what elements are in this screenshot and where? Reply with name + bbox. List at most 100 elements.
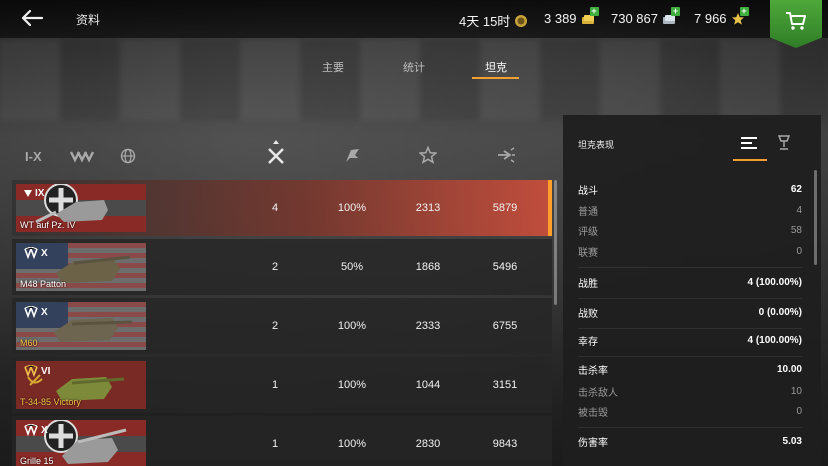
stat-defeats: 战败 0 (0.00%)	[578, 304, 802, 320]
stat-value: 62	[790, 183, 802, 195]
avg-damage-cell: 5879	[492, 202, 518, 214]
tank-row[interactable]: IX WT auf Pz. IV 4 100% 2313 5879	[12, 180, 552, 236]
silver-balance[interactable]: 730 867 +	[611, 6, 680, 26]
gold-icon: +	[581, 6, 599, 26]
stat-value: 10.00	[776, 363, 802, 375]
stat-battles: 战斗 62	[578, 181, 802, 197]
tab-tanks[interactable]: 坦克	[485, 59, 507, 75]
tank-thumbnail: X Grille 15	[16, 420, 146, 466]
panel-tab-awards[interactable]	[777, 135, 791, 156]
stat-label: 幸存	[578, 336, 598, 348]
stat-label: 评级	[578, 226, 598, 238]
globe-icon	[120, 148, 136, 164]
crossed-swords-icon	[268, 140, 284, 164]
stat-value: 10	[790, 385, 802, 397]
battles-cell: 2	[271, 320, 279, 332]
stat-value: 0	[796, 245, 802, 257]
winrate-cell: 100%	[337, 438, 367, 450]
type-filter[interactable]	[70, 147, 94, 165]
panel-active-tab-indicator	[733, 159, 767, 161]
tank-thumbnail: IX WT auf Pz. IV	[16, 184, 146, 232]
winrate-cell: 100%	[337, 320, 367, 332]
tier-numeral: VI	[41, 365, 51, 377]
tab-statistics[interactable]: 统计	[403, 59, 425, 75]
tank-list-scrollbar[interactable]	[554, 180, 557, 305]
timer-text: 4天 15时	[459, 14, 511, 29]
tank-tier: X	[24, 424, 48, 436]
tank-tier: X	[24, 247, 48, 259]
tank-name: Grille 15	[20, 456, 54, 466]
tank-thumbnail: X M48 Patton	[16, 243, 146, 291]
tank-row[interactable]: X M60 2 100% 2333 6755	[12, 298, 552, 354]
list-bars-icon	[741, 137, 757, 149]
tank-row[interactable]: X Grille 15 1 100% 2830 9843	[12, 416, 552, 466]
winrate-cell: 50%	[340, 261, 364, 273]
tier-filter[interactable]: I-X	[25, 147, 42, 165]
tank-row[interactable]: X M48 Patton 2 50% 1868 5496	[12, 239, 552, 295]
shell-damage-icon	[498, 147, 515, 163]
tank-tier: IX	[24, 188, 44, 199]
battles-cell: 2	[271, 261, 279, 273]
timer-trophy-icon	[514, 14, 528, 28]
tier-numeral: X	[41, 306, 48, 318]
tank-row[interactable]: VI T-34-85 Victory 1 100% 1044 3151	[12, 357, 552, 413]
silver-plus-icon[interactable]: +	[671, 6, 680, 16]
battles-cell: 1	[271, 379, 279, 391]
gold-plus-icon[interactable]: +	[589, 6, 599, 16]
stat-league: 联赛 0	[578, 243, 802, 259]
sort-winrate-button[interactable]	[343, 146, 363, 166]
panel-title: 坦克表现	[578, 140, 615, 150]
tab-main[interactable]: 主要	[322, 59, 344, 75]
tank-destroyer-icon	[24, 190, 32, 197]
avg-damage-cell: 5496	[492, 261, 518, 273]
stat-rated: 评级 58	[578, 222, 802, 238]
divider	[578, 267, 802, 268]
tank-name: M48 Patton	[20, 279, 67, 289]
stat-label: 击杀率	[578, 365, 608, 377]
sort-battles-button[interactable]	[266, 140, 286, 166]
winrate-cell: 100%	[337, 379, 367, 391]
winrate-cell: 100%	[337, 202, 367, 214]
stat-value: 58	[790, 224, 802, 236]
tank-name: M60	[20, 338, 38, 348]
trophy-icon	[777, 135, 791, 150]
panel-scrollbar[interactable]	[814, 170, 817, 265]
divider	[578, 298, 802, 299]
mastery-badge-icon	[24, 247, 38, 259]
back-button[interactable]	[20, 8, 46, 28]
divider	[578, 356, 802, 357]
avg-xp-cell: 2313	[415, 202, 441, 214]
stat-value: 4 (100.00%)	[747, 334, 802, 346]
stat-label: 普通	[578, 206, 598, 218]
tank-list[interactable]: IX WT auf Pz. IV 4 100% 2313 5879 X M48 …	[12, 180, 552, 466]
stat-label: 被击毁	[578, 407, 608, 419]
stat-label: 联赛	[578, 247, 598, 259]
win-flag-icon	[346, 149, 359, 162]
sort-damage-button[interactable]	[496, 146, 516, 166]
tank-type-icon	[70, 151, 94, 163]
panel-tab-list[interactable]	[741, 136, 759, 155]
tank-thumbnail: VI T-34-85 Victory	[16, 361, 146, 409]
tank-tier: X	[24, 306, 48, 318]
free-xp-balance[interactable]: 7 966 +	[694, 6, 749, 26]
stat-survived: 幸存 4 (100.00%)	[578, 332, 802, 348]
mastery-badge-icon	[24, 306, 38, 318]
tier-filter-label: I-X	[25, 148, 42, 164]
gold-balance[interactable]: 3 389 +	[544, 6, 599, 26]
tier-numeral: X	[41, 424, 48, 436]
nation-filter[interactable]	[120, 147, 136, 165]
battles-cell: 4	[271, 202, 279, 214]
shopping-cart-icon	[786, 12, 806, 30]
stat-kill-ratio: 击杀率 10.00	[578, 361, 802, 377]
page-title: 资料	[76, 13, 101, 27]
tank-thumbnail: X M60	[16, 302, 146, 350]
season-timer[interactable]: 4天 15时	[459, 11, 528, 30]
mastery-badge-icon	[24, 365, 38, 377]
stat-destroyed: 被击毁 0	[578, 403, 802, 419]
sort-xp-button[interactable]	[418, 145, 439, 166]
avg-xp-cell: 1868	[415, 261, 441, 273]
stat-label: 伤害率	[578, 437, 608, 449]
back-arrow-icon	[21, 9, 44, 27]
free-xp-amount: 7 966	[694, 11, 727, 26]
free-xp-plus-icon[interactable]: +	[739, 6, 749, 16]
